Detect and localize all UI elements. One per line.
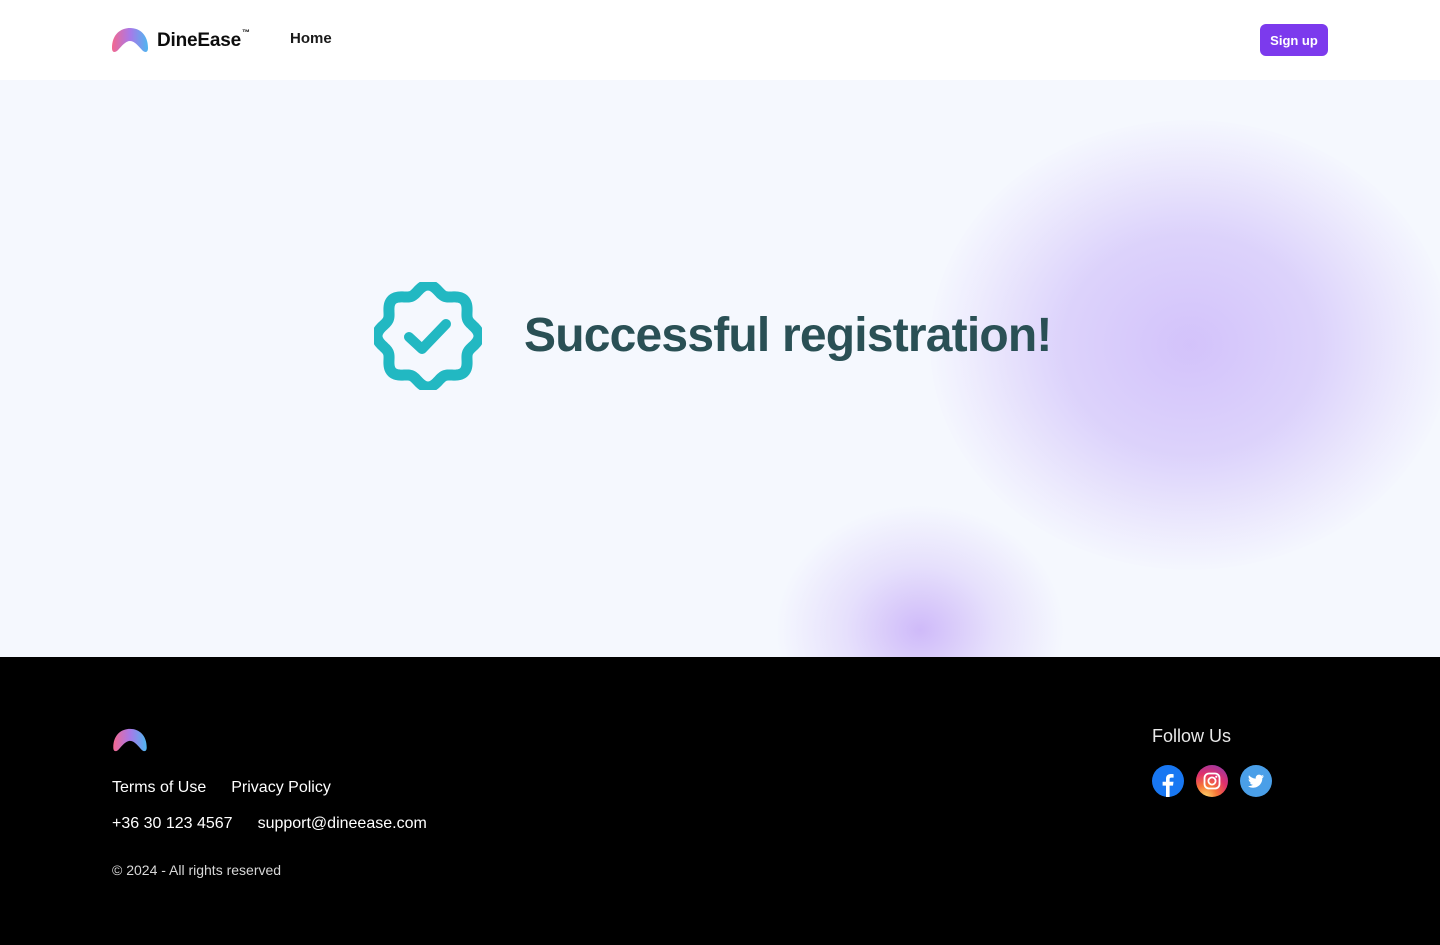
signup-button[interactable]: Sign up — [1260, 24, 1328, 56]
brand-name: DineEase — [157, 30, 241, 51]
footer-logo-icon — [113, 728, 147, 752]
footer-contact: +36 30 123 4567 support@dineease.com — [112, 815, 427, 833]
terms-of-use-link[interactable]: Terms of Use — [112, 779, 206, 797]
phone-number: +36 30 123 4567 — [112, 815, 233, 832]
copyright-text: © 2024 - All rights reserved — [112, 862, 282, 878]
footer-links: Terms of Use Privacy Policy — [112, 779, 331, 797]
privacy-policy-link[interactable]: Privacy Policy — [231, 779, 331, 797]
nav-home-link[interactable]: Home — [290, 30, 332, 47]
top-header: DineEase ™ Home Sign up — [0, 0, 1440, 80]
instagram-link[interactable] — [1196, 765, 1228, 797]
verified-badge-check-icon — [374, 282, 482, 390]
social-links — [1152, 765, 1272, 797]
instagram-icon — [1196, 765, 1228, 797]
trademark-symbol: ™ — [241, 27, 250, 37]
follow-us-heading: Follow Us — [1152, 726, 1232, 746]
brand-logo-icon — [112, 28, 148, 52]
main-content: Successful registration! — [0, 80, 1440, 657]
twitter-icon — [1240, 765, 1272, 797]
decorative-blob-small — [770, 500, 1070, 657]
page-title: Successful registration! — [524, 309, 1052, 362]
footer: Terms of Use Privacy Policy +36 30 123 4… — [0, 657, 1440, 945]
facebook-link[interactable] — [1152, 765, 1184, 797]
facebook-icon — [1152, 765, 1184, 797]
support-email: support@dineease.com — [257, 815, 427, 832]
twitter-link[interactable] — [1240, 765, 1272, 797]
brand-logo-link[interactable]: DineEase ™ — [112, 22, 250, 58]
